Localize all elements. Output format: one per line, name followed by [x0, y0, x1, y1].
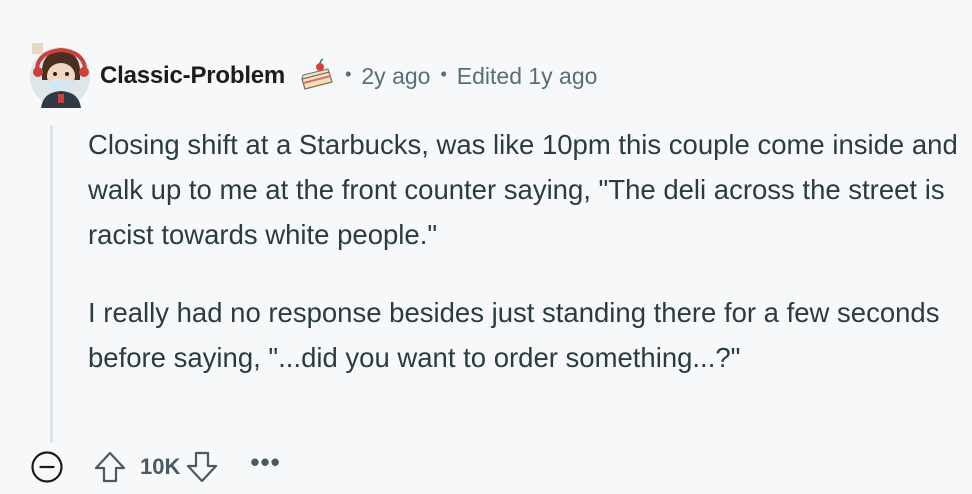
- arrow-down-icon[interactable]: [184, 449, 220, 485]
- comment-age[interactable]: 2y ago: [361, 63, 430, 90]
- comment-paragraph: Closing shift at a Starbucks, was like 1…: [88, 129, 958, 250]
- minus-circle-icon[interactable]: [30, 450, 64, 484]
- thread-line[interactable]: [50, 125, 53, 443]
- separator-dot: •: [440, 63, 447, 84]
- comment-paragraph: I really had no response besides just st…: [88, 297, 940, 373]
- edited-label: Edited 1y ago: [456, 62, 598, 89]
- arrow-up-icon[interactable]: [92, 449, 128, 485]
- username[interactable]: Classic-Problem: [100, 62, 285, 90]
- vote-score: 10K: [140, 454, 181, 479]
- more-icon[interactable]: •••: [250, 447, 280, 478]
- cake-icon: [301, 58, 333, 90]
- avatar-icon[interactable]: [25, 40, 95, 110]
- comment-actions: 10K •••: [30, 447, 281, 487]
- comment-header: Classic-Problem • 2y ago • Edited 1y ago: [100, 56, 597, 96]
- comment-body: Closing shift at a Starbucks, was like 1…: [88, 122, 958, 413]
- separator-dot: •: [345, 63, 352, 84]
- comment: Classic-Problem • 2y ago • Edited 1y ago…: [0, 0, 972, 494]
